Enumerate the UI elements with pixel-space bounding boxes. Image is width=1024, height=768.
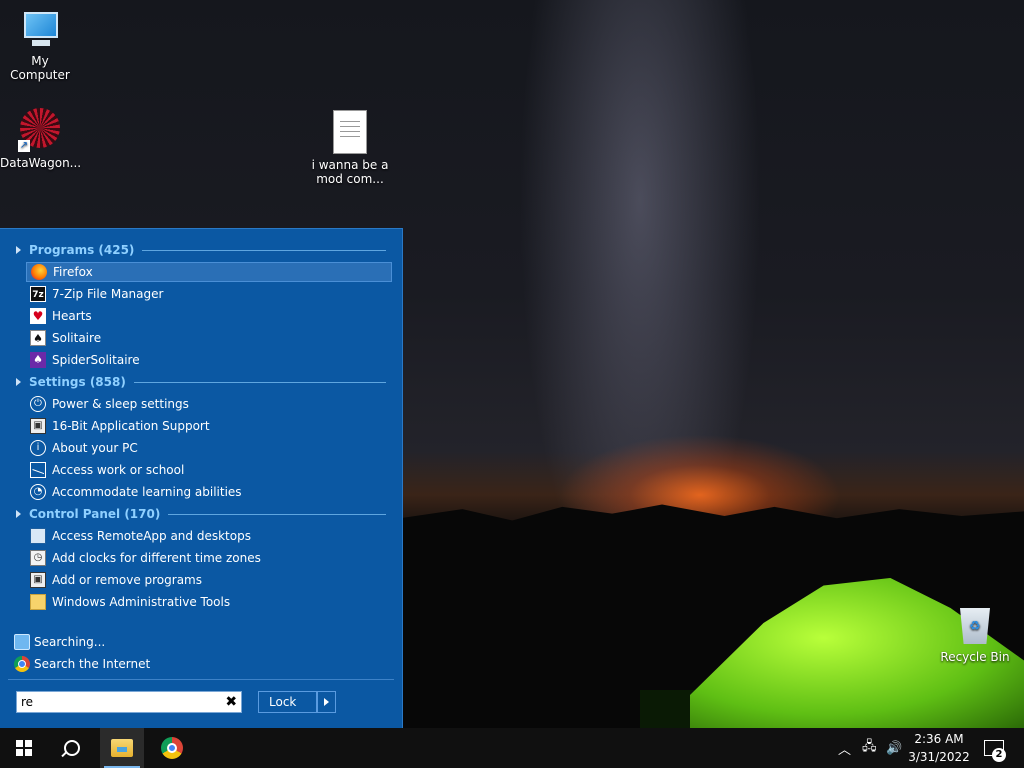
7zip-icon: 7z bbox=[30, 286, 46, 302]
spider-solitaire-icon: ♠ bbox=[30, 352, 46, 368]
solitaire-icon: ♠ bbox=[30, 330, 46, 346]
application-icon: ▣ bbox=[30, 418, 46, 434]
desktop-icon-document[interactable]: i wanna be a mod com... bbox=[310, 110, 390, 186]
menu-item-remoteapp[interactable]: Access RemoteApp and desktops bbox=[26, 526, 392, 546]
menu-item-spider-solitaire[interactable]: ♠ SpiderSolitaire bbox=[26, 350, 392, 370]
expand-arrow-icon bbox=[16, 510, 21, 518]
clock-time: 2:36 AM bbox=[914, 732, 964, 746]
shortcut-arrow-icon: ↗ bbox=[18, 140, 30, 152]
expand-arrow-icon bbox=[16, 378, 21, 386]
hearts-icon: ♥ bbox=[30, 308, 46, 324]
menu-item-16bit-support[interactable]: ▣ 16-Bit Application Support bbox=[26, 416, 392, 436]
start-search-box[interactable]: ✖ bbox=[16, 691, 242, 713]
desktop-icon-recycle-bin[interactable]: ♻ Recycle Bin bbox=[935, 604, 1015, 664]
briefcase-icon bbox=[30, 462, 46, 478]
desktop-icon-label-line2: mod com... bbox=[316, 172, 384, 186]
datawagon-icon: ↗ bbox=[18, 108, 62, 152]
taskbar-chrome[interactable] bbox=[150, 728, 194, 768]
desktop-icon-label-line1: i wanna be a bbox=[311, 158, 389, 172]
expand-arrow-icon bbox=[16, 246, 21, 254]
windows-logo-icon bbox=[16, 740, 32, 756]
search-icon bbox=[64, 740, 80, 756]
menu-divider bbox=[8, 679, 394, 680]
menu-item-solitaire[interactable]: ♠ Solitaire bbox=[26, 328, 392, 348]
network-tray-icon[interactable]: 🖧 bbox=[862, 728, 882, 768]
clock-icon: ◷ bbox=[30, 550, 46, 566]
start-button[interactable] bbox=[0, 728, 48, 768]
chevron-right-icon bbox=[323, 698, 329, 706]
show-hidden-icons-button[interactable]: ︿ bbox=[838, 728, 856, 768]
menu-item-7zip[interactable]: 7z 7-Zip File Manager bbox=[26, 284, 392, 304]
group-header-programs[interactable]: Programs (425) bbox=[16, 240, 386, 260]
group-header-settings[interactable]: Settings (858) bbox=[16, 372, 386, 392]
menu-item-hearts[interactable]: ♥ Hearts bbox=[26, 306, 392, 326]
text-document-icon bbox=[333, 110, 367, 154]
network-icon: 🖧 bbox=[862, 739, 877, 754]
desktop-icon-my-computer[interactable]: My Computer bbox=[0, 10, 80, 82]
menu-item-about-pc[interactable]: i About your PC bbox=[26, 438, 392, 458]
programs-icon: ▣ bbox=[30, 572, 46, 588]
taskbar-clock[interactable]: 2:36 AM 3/31/2022 bbox=[900, 730, 978, 766]
desktop-icon-label: My Computer bbox=[10, 54, 70, 82]
accessibility-icon: ◔ bbox=[30, 484, 46, 500]
firefox-icon bbox=[31, 264, 47, 280]
chrome-icon bbox=[161, 737, 183, 759]
remote-desktop-icon bbox=[30, 528, 46, 544]
start-menu: Programs (425) Firefox 7z 7-Zip File Man… bbox=[0, 228, 403, 728]
group-header-control-panel[interactable]: Control Panel (170) bbox=[16, 504, 386, 524]
recycle-bin-icon: ♻ bbox=[958, 604, 992, 646]
chrome-icon bbox=[14, 656, 30, 672]
computer-icon bbox=[20, 10, 60, 50]
searching-status: Searching... bbox=[14, 632, 105, 652]
notification-count-badge: 2 bbox=[992, 748, 1006, 762]
taskbar-file-explorer[interactable] bbox=[100, 728, 144, 768]
desktop-icon-datawagon[interactable]: ↗ DataWagon... bbox=[0, 108, 82, 170]
menu-item-add-clocks[interactable]: ◷ Add clocks for different time zones bbox=[26, 548, 392, 568]
lock-button[interactable]: Lock bbox=[258, 691, 318, 713]
desktop-icon-label: Recycle Bin bbox=[940, 650, 1010, 664]
search-results-icon bbox=[14, 634, 30, 650]
menu-item-admin-tools[interactable]: Windows Administrative Tools bbox=[26, 592, 392, 612]
chevron-up-icon: ︿ bbox=[838, 742, 852, 758]
folder-icon bbox=[30, 594, 46, 610]
menu-item-work-school[interactable]: Access work or school bbox=[26, 460, 392, 480]
clear-search-icon[interactable]: ✖ bbox=[221, 694, 241, 710]
menu-item-learning-abilities[interactable]: ◔ Accommodate learning abilities bbox=[26, 482, 392, 502]
power-options-arrow-button[interactable] bbox=[316, 691, 336, 713]
menu-item-power-sleep[interactable]: ⏻ Power & sleep settings bbox=[26, 394, 392, 414]
search-internet-item[interactable]: Search the Internet bbox=[14, 654, 150, 674]
power-icon: ⏻ bbox=[30, 396, 46, 412]
clock-date: 3/31/2022 bbox=[908, 750, 970, 764]
file-explorer-icon bbox=[111, 739, 133, 757]
menu-item-add-remove-programs[interactable]: ▣ Add or remove programs bbox=[26, 570, 392, 590]
start-search-input[interactable] bbox=[17, 693, 222, 711]
info-icon: i bbox=[30, 440, 46, 456]
taskbar-search-button[interactable] bbox=[50, 728, 94, 768]
desktop-icon-label: DataWagon... bbox=[0, 156, 82, 170]
menu-item-firefox[interactable]: Firefox bbox=[26, 262, 392, 282]
